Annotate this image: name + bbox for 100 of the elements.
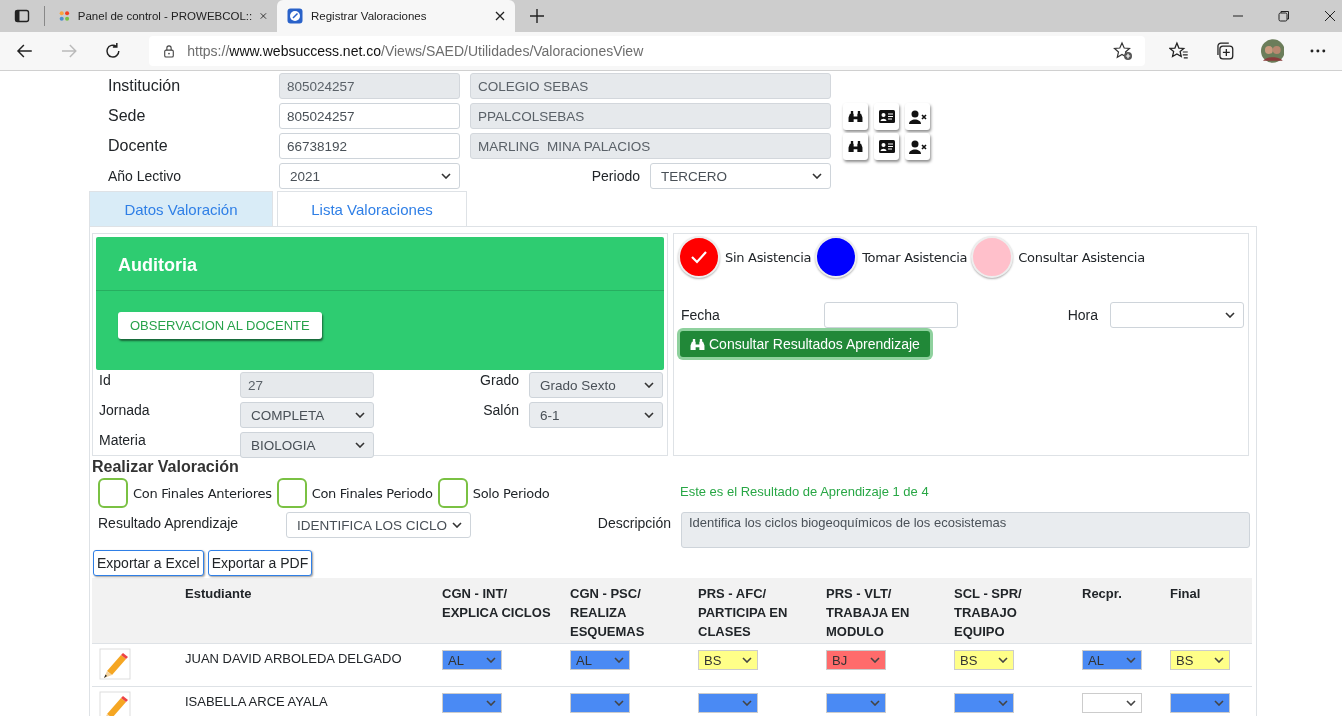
caret-icon	[486, 657, 496, 663]
checkbox-label: Con Finales Periodo	[311, 485, 433, 501]
column-header: Final	[1170, 585, 1202, 603]
collections-icon[interactable]	[1214, 41, 1235, 61]
lock-icon[interactable]	[163, 44, 176, 58]
radio-label: Consultar Asistencia	[1018, 249, 1145, 265]
caret-icon	[355, 412, 365, 418]
reload-icon[interactable]	[103, 42, 122, 60]
field-label: Sede	[107, 107, 147, 125]
attendance-radio[interactable]	[971, 236, 1014, 278]
restore-icon[interactable]	[1278, 10, 1290, 22]
attendance-radio[interactable]	[815, 236, 858, 278]
checkbox[interactable]	[98, 478, 128, 508]
input-field[interactable]: 27	[240, 372, 374, 398]
grade-select[interactable]: BS	[1170, 650, 1230, 670]
close-window-icon[interactable]	[1324, 10, 1336, 22]
browser-tab[interactable]: Registrar Valoraciones	[277, 0, 515, 32]
field-label: Jornada	[98, 402, 151, 418]
grade-select[interactable]: AL	[442, 650, 502, 670]
grade-select[interactable]	[826, 693, 886, 713]
remove-user-button[interactable]	[905, 103, 930, 130]
code-field[interactable]: 805024257	[279, 73, 460, 99]
field-label: Resultado Aprendizaje	[97, 514, 240, 531]
column-header: PRS - VLT/ TRABAJA EN MODULO	[826, 585, 911, 641]
date-field[interactable]	[824, 302, 958, 328]
grade-select[interactable]	[1170, 693, 1230, 713]
field-label: Periodo	[590, 168, 640, 184]
id-card-button[interactable]	[874, 103, 899, 130]
caret-icon	[441, 173, 451, 179]
code-field[interactable]: 805024257	[279, 103, 460, 129]
tab-actions-icon[interactable]	[14, 8, 30, 24]
name-field: PPALCOLSEBAS	[470, 103, 831, 129]
caret-icon	[1214, 700, 1224, 706]
column-header: SCL - SPR/ TRABAJO EQUIPO	[954, 585, 1023, 641]
avatar-icon[interactable]	[1260, 39, 1285, 63]
star-add-icon[interactable]	[1113, 41, 1134, 61]
result-select[interactable]: IDENTIFICA LOS CICLO	[286, 512, 471, 538]
student-name: ISABELLA ARCE AYALA	[185, 694, 328, 709]
checkbox[interactable]	[437, 478, 468, 508]
remove-user-icon	[908, 139, 927, 154]
field-label: Descripción	[596, 514, 672, 531]
remove-user-icon	[908, 109, 927, 124]
section-title: Realizar Valoración	[92, 458, 240, 476]
caret-icon	[742, 700, 752, 706]
caret-icon	[614, 657, 624, 663]
grade-select[interactable]	[570, 693, 630, 713]
caret-icon	[998, 700, 1008, 706]
column-header: CGN - INT/ EXPLICA CICLOS	[442, 585, 552, 622]
back-arrow-icon[interactable]	[16, 42, 34, 60]
caret-icon	[1126, 700, 1136, 706]
browser-tab[interactable]: Panel de control - PROWEBCOL::	[49, 0, 277, 32]
remove-user-button[interactable]	[905, 133, 930, 160]
grade-select[interactable]	[698, 693, 758, 713]
select-field[interactable]: 6-1	[529, 402, 663, 428]
column-header: CGN - PSC/ REALIZA ESQUEMAS	[570, 585, 646, 641]
grade-select[interactable]: BS	[698, 650, 758, 670]
caret-icon	[1126, 657, 1136, 663]
id-card-icon	[878, 140, 895, 153]
field-label: Hora	[1066, 307, 1099, 323]
checkbox[interactable]	[276, 478, 307, 508]
caret-icon	[870, 700, 880, 706]
radio-label: Tomar Asistencia	[862, 249, 968, 265]
id-card-icon	[878, 110, 895, 123]
export-button[interactable]: Exportar a PDF	[207, 550, 313, 576]
attendance-radio[interactable]	[678, 236, 720, 278]
grade-select[interactable]: AL	[570, 650, 630, 670]
caret-icon	[644, 412, 654, 418]
caret-icon	[1225, 312, 1235, 318]
search-button[interactable]	[843, 103, 868, 130]
year-select[interactable]: 2021	[279, 163, 460, 189]
binoculars-icon	[690, 337, 705, 351]
description-field[interactable]: Identifica los ciclos biogeoquímicos de los ecosistemas	[681, 512, 1250, 548]
caret-icon	[1214, 657, 1224, 663]
caret-icon	[870, 657, 880, 663]
code-field[interactable]: 66738192	[279, 133, 460, 159]
select-field[interactable]: BIOLOGIA	[240, 432, 374, 458]
grade-select[interactable]	[954, 693, 1014, 713]
field-label: Docente	[107, 137, 169, 155]
search-button[interactable]	[843, 133, 868, 160]
grade-select[interactable]	[442, 693, 502, 713]
column-header: PRS - AFC/ PARTICIPA EN CLASES	[698, 585, 789, 641]
grade-select[interactable]: BS	[954, 650, 1014, 670]
grade-select[interactable]: BJ	[826, 650, 886, 670]
more-icon[interactable]	[1310, 49, 1327, 53]
field-label: Salón	[482, 402, 520, 418]
tab[interactable]: Lista Valoraciones	[277, 191, 467, 226]
checkbox-label: Solo Periodo	[472, 485, 550, 501]
new-tab-icon[interactable]	[529, 8, 545, 24]
period-select[interactable]: TERCERO	[650, 163, 831, 189]
select-field[interactable]: COMPLETA	[240, 402, 374, 428]
binoculars-icon	[848, 110, 863, 123]
column-header: Recpr.	[1082, 585, 1123, 603]
export-button[interactable]: Exportar a Excel	[93, 550, 204, 576]
card-title: Auditoria	[96, 237, 664, 291]
select-field[interactable]: Grado Sexto	[529, 372, 663, 398]
close-icon[interactable]	[495, 11, 505, 21]
favorites-icon[interactable]	[1169, 41, 1189, 61]
consult-button[interactable]: Consultar Resultados Aprendizaje	[680, 331, 930, 357]
grade-select[interactable]: AL	[1082, 650, 1142, 670]
id-card-button[interactable]	[874, 133, 899, 160]
